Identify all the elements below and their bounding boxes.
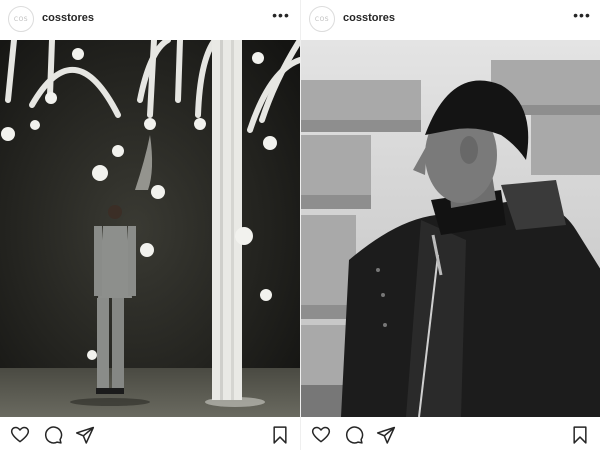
heart-icon[interactable] [10, 425, 30, 445]
post-header: COS cosstores ••• [0, 0, 300, 40]
ellipsis-icon[interactable]: ••• [272, 8, 290, 24]
avatar[interactable]: COS [8, 6, 34, 32]
post-photo[interactable] [0, 40, 300, 417]
post-actions [0, 417, 300, 450]
avatar[interactable]: COS [309, 6, 335, 32]
post-photo[interactable] [301, 40, 600, 417]
ellipsis-icon[interactable]: ••• [573, 8, 591, 24]
photo-portrait-scene [301, 40, 600, 417]
share-icon[interactable] [75, 425, 95, 445]
avatar-text: COS [13, 15, 29, 23]
photo-installation-scene [0, 40, 300, 417]
username[interactable]: cosstores [42, 12, 94, 24]
avatar-text: COS [314, 15, 330, 23]
bookmark-icon[interactable] [570, 425, 590, 445]
post-right: COS cosstores ••• [300, 0, 600, 450]
username[interactable]: cosstores [343, 12, 395, 24]
share-icon[interactable] [376, 425, 396, 445]
heart-icon[interactable] [311, 425, 331, 445]
comment-icon[interactable] [344, 425, 364, 445]
post-actions [301, 417, 600, 450]
bookmark-icon[interactable] [270, 425, 290, 445]
post-header: COS cosstores ••• [301, 0, 600, 40]
post-left: COS cosstores ••• [0, 0, 300, 450]
comment-icon[interactable] [43, 425, 63, 445]
